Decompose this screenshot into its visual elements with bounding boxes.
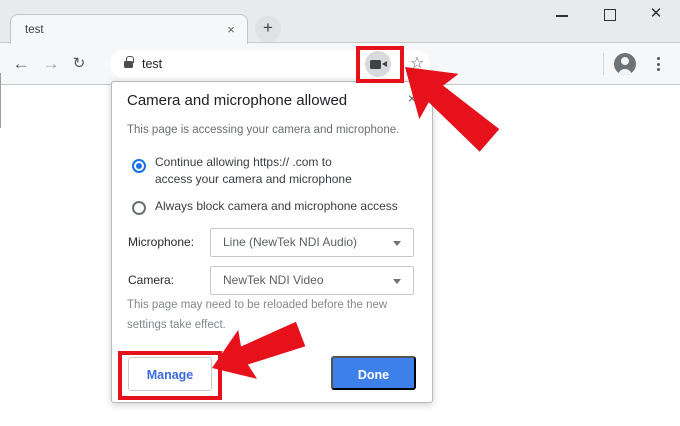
profile-avatar[interactable] [614,53,636,75]
window-edge [0,73,1,128]
dialog-title: Camera and microphone allowed [127,92,347,109]
camera-select[interactable]: NewTek NDI Video [210,266,414,295]
new-tab-button[interactable]: + [255,16,281,42]
browser-toolbar: ← → ↻ test ☆ [0,43,680,85]
url-text: test [142,50,162,78]
radio-always-block-label: Always block camera and microphone acces… [155,198,398,215]
toolbar-divider [603,53,604,75]
tab-title: test [25,24,44,36]
browser-menu-icon[interactable] [650,52,666,76]
lock-icon [124,61,133,68]
dialog-description: This page is accessing your camera and m… [127,124,399,136]
window-minimize-button[interactable] [556,15,568,17]
camera-label: Camera: [128,273,174,287]
radio-continue-allowing-label: Continue allowing https:// .com to acces… [155,154,352,188]
radio-continue-allowing[interactable] [132,159,146,173]
microphone-select-value: Line (NewTek NDI Audio) [223,229,357,256]
camera-select-value: NewTek NDI Video [223,267,324,294]
microphone-select[interactable]: Line (NewTek NDI Audio) [210,228,414,257]
tab-strip: test × + ✕ [0,0,680,43]
reload-note-line2: settings take effect. [127,319,226,331]
chevron-down-icon [393,279,401,284]
back-button[interactable]: ← [8,43,34,85]
manage-highlight-box [118,351,222,400]
done-button[interactable]: Done [331,356,416,390]
radio-always-block[interactable] [132,201,146,215]
microphone-label: Microphone: [128,235,194,249]
window-maximize-button[interactable] [604,9,616,21]
forward-button[interactable]: → [38,43,64,85]
reload-note-line1: This page may need to be reloaded before… [127,299,387,311]
chevron-down-icon [393,241,401,246]
window-close-button[interactable]: ✕ [646,4,666,24]
reload-button[interactable]: ↻ [66,43,92,85]
browser-tab[interactable]: test × [10,14,248,44]
tab-close-icon[interactable]: × [223,22,239,38]
